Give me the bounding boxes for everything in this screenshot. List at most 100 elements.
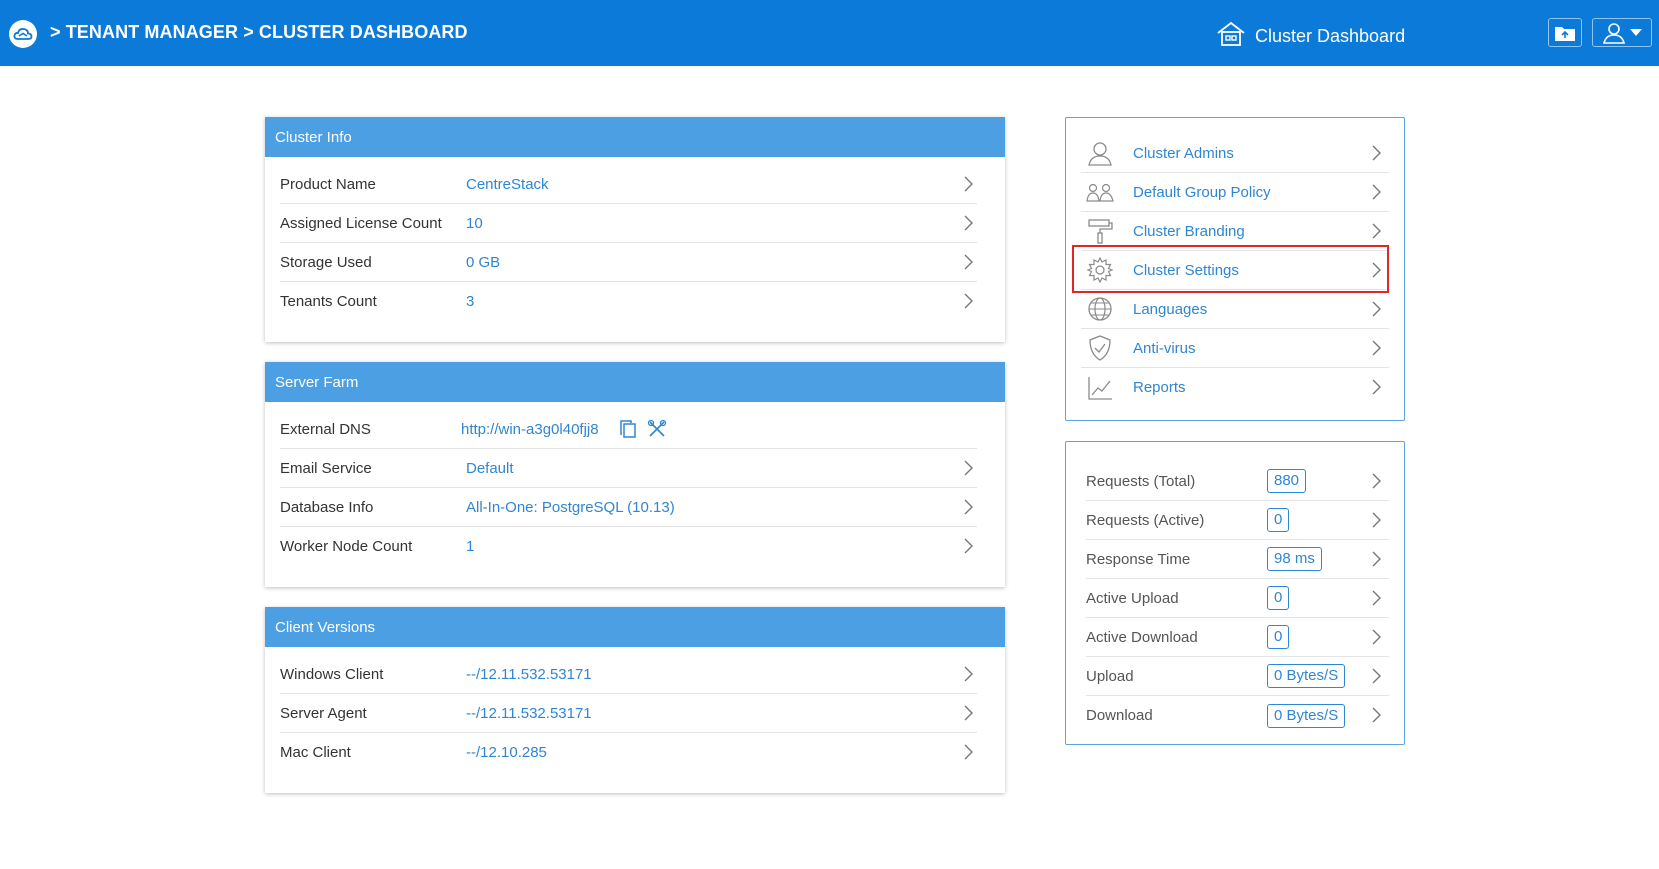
row-value[interactable]: All-In-One: PostgreSQL (10.13): [466, 499, 675, 516]
copy-icon[interactable]: [619, 419, 637, 439]
row-label: Product Name: [280, 175, 376, 193]
chevron-right-icon[interactable]: [959, 704, 977, 722]
cluster-info-panel: Cluster Info Product Name CentreStack As…: [265, 117, 1005, 342]
stat-label: Requests (Total): [1086, 472, 1196, 490]
chevron-right-icon[interactable]: [1367, 144, 1385, 162]
farm-row-email-service[interactable]: Email Service Default: [280, 449, 977, 488]
client-row-windows[interactable]: Windows Client --/12.11.532.53171: [280, 655, 977, 694]
chevron-right-icon[interactable]: [1367, 183, 1385, 201]
row-value[interactable]: --/12.11.532.53171: [466, 705, 592, 722]
stat-badge: 0: [1267, 625, 1290, 649]
top-bar: > TENANT MANAGER > CLUSTER DASHBOARD Clu…: [0, 0, 1659, 66]
page-title: Cluster Dashboard: [1215, 21, 1405, 52]
globe-icon: [1085, 296, 1115, 322]
page-title-text: Cluster Dashboard: [1255, 26, 1406, 46]
chevron-right-icon[interactable]: [1367, 511, 1385, 529]
stat-row-active-download[interactable]: Active Download 0: [1086, 618, 1389, 657]
menu-item-reports[interactable]: Reports: [1081, 368, 1389, 407]
stat-badge: 880: [1267, 469, 1307, 493]
chevron-right-icon[interactable]: [959, 459, 977, 477]
menu-item-cluster-admins[interactable]: Cluster Admins: [1081, 134, 1389, 173]
stat-row-requests-total[interactable]: Requests (Total) 880: [1086, 462, 1389, 501]
chevron-right-icon[interactable]: [959, 537, 977, 555]
chevron-right-icon[interactable]: [959, 292, 977, 310]
tools-icon[interactable]: [647, 419, 667, 439]
info-row-product-name[interactable]: Product Name CentreStack: [280, 165, 977, 204]
client-row-mac[interactable]: Mac Client --/12.10.285: [280, 733, 977, 772]
row-value[interactable]: Default: [466, 460, 514, 477]
info-row-storage-used[interactable]: Storage Used 0 GB: [280, 243, 977, 282]
chevron-right-icon[interactable]: [959, 498, 977, 516]
chevron-right-icon[interactable]: [959, 175, 977, 193]
info-row-license-count[interactable]: Assigned License Count 10: [280, 204, 977, 243]
row-label: Windows Client: [280, 665, 384, 683]
user-menu-button[interactable]: [1592, 18, 1652, 47]
stat-label: Active Upload: [1086, 589, 1179, 607]
paint-roller-icon: [1085, 218, 1115, 244]
row-value[interactable]: 3: [466, 293, 474, 310]
chevron-right-icon[interactable]: [959, 214, 977, 232]
chevron-right-icon[interactable]: [1367, 628, 1385, 646]
row-label: Server Agent: [280, 704, 367, 722]
row-value[interactable]: 10: [466, 215, 483, 232]
chevron-right-icon[interactable]: [1367, 550, 1385, 568]
chevron-right-icon[interactable]: [1367, 472, 1385, 490]
row-label: External DNS: [280, 420, 371, 438]
row-label: Assigned License Count: [280, 214, 442, 232]
user-icon: [1602, 22, 1626, 44]
menu-item-anti-virus[interactable]: Anti-virus: [1081, 329, 1389, 368]
stat-label: Requests (Active): [1086, 511, 1205, 529]
row-value[interactable]: --/12.11.532.53171: [466, 666, 592, 683]
menu-item-label: Default Group Policy: [1133, 183, 1271, 201]
chevron-right-icon[interactable]: [959, 743, 977, 761]
folder-button[interactable]: [1548, 18, 1582, 47]
menu-item-default-group-policy[interactable]: Default Group Policy: [1081, 173, 1389, 212]
chevron-right-icon[interactable]: [1367, 222, 1385, 240]
stat-row-download[interactable]: Download 0 Bytes/S: [1086, 696, 1389, 735]
stat-label: Upload: [1086, 667, 1134, 685]
chevron-right-icon[interactable]: [1367, 667, 1385, 685]
menu-item-languages[interactable]: Languages: [1081, 290, 1389, 329]
group-policy-icon: [1085, 179, 1115, 205]
chevron-right-icon[interactable]: [1367, 300, 1385, 318]
row-value[interactable]: --/12.10.285: [466, 744, 547, 761]
caret-down-icon: [1630, 28, 1642, 36]
farm-row-external-dns[interactable]: External DNS http://win-a3g0l40fjj8: [280, 410, 977, 449]
client-versions-panel: Client Versions Windows Client --/12.11.…: [265, 607, 1005, 793]
breadcrumb: > TENANT MANAGER > CLUSTER DASHBOARD: [50, 22, 468, 42]
info-row-tenants-count[interactable]: Tenants Count 3: [280, 282, 977, 321]
stat-badge: 0: [1267, 586, 1290, 610]
row-value[interactable]: 0 GB: [466, 254, 500, 271]
shield-icon: [1085, 335, 1115, 361]
stats-panel: Requests (Total) 880 Requests (Active) 0…: [1065, 441, 1405, 745]
server-farm-panel: Server Farm External DNS http://win-a3g0…: [265, 362, 1005, 587]
stat-row-response-time[interactable]: Response Time 98 ms: [1086, 540, 1389, 579]
chevron-right-icon[interactable]: [959, 253, 977, 271]
row-label: Storage Used: [280, 253, 372, 271]
stat-row-requests-active[interactable]: Requests (Active) 0: [1086, 501, 1389, 540]
chevron-right-icon[interactable]: [1367, 339, 1385, 357]
row-label: Email Service: [280, 459, 372, 477]
stat-badge: 98 ms: [1267, 547, 1322, 571]
farm-row-worker-node-count[interactable]: Worker Node Count 1: [280, 527, 977, 566]
menu-item-label: Reports: [1133, 379, 1186, 396]
selection-highlight: [1072, 245, 1389, 293]
stat-row-upload[interactable]: Upload 0 Bytes/S: [1086, 657, 1389, 696]
client-row-server-agent[interactable]: Server Agent --/12.11.532.53171: [280, 694, 977, 733]
panel-title: Client Versions: [265, 607, 1005, 647]
chevron-right-icon[interactable]: [1367, 378, 1385, 396]
row-value[interactable]: CentreStack: [466, 176, 549, 193]
chevron-right-icon[interactable]: [1367, 589, 1385, 607]
stat-row-active-upload[interactable]: Active Upload 0: [1086, 579, 1389, 618]
row-value[interactable]: http://win-a3g0l40fjj8: [461, 421, 599, 438]
row-value[interactable]: 1: [466, 538, 474, 555]
menu-item-label: Languages: [1133, 300, 1208, 318]
folder-icon: [1555, 26, 1575, 41]
row-label: Database Info: [280, 498, 374, 516]
chevron-right-icon[interactable]: [959, 665, 977, 683]
stat-badge: 0 Bytes/S: [1267, 664, 1346, 688]
chevron-right-icon[interactable]: [1367, 706, 1385, 724]
farm-row-database-info[interactable]: Database Info All-In-One: PostgreSQL (10…: [280, 488, 977, 527]
cloud-logo-icon[interactable]: [9, 20, 37, 48]
chart-icon: [1085, 375, 1115, 401]
